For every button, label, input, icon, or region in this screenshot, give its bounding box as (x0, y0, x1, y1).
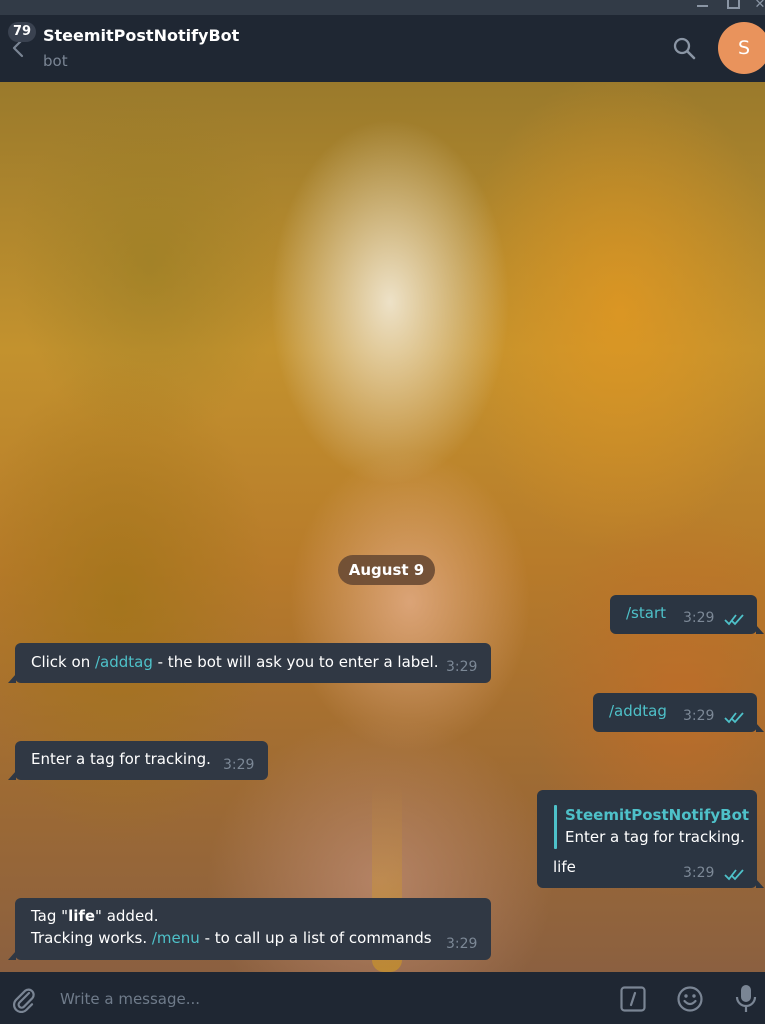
command-link[interactable]: /menu (152, 929, 200, 947)
message-input[interactable] (60, 987, 580, 1011)
message-line-2: Tracking works. /menu - to call up a lis… (31, 929, 432, 947)
message-text[interactable]: /addtag (609, 702, 667, 720)
read-check-icon (724, 869, 744, 881)
message-text-part: " added. (95, 907, 159, 925)
chat-status: bot (43, 52, 68, 70)
chat-title[interactable]: SteemitPostNotifyBot (43, 26, 239, 45)
window-titlebar: ✕ (0, 0, 765, 15)
search-icon[interactable] (672, 36, 698, 62)
message-incoming[interactable]: Tag "life" added. Tracking works. /menu … (8, 898, 491, 960)
message-text: life (553, 858, 576, 876)
paperclip-icon[interactable] (10, 985, 38, 1013)
message-time: 3:29 (223, 757, 255, 773)
message-outgoing[interactable]: SteemitPostNotifyBot Enter a tag for tra… (537, 790, 764, 888)
message-line-1: Tag "life" added. (31, 907, 158, 925)
message-time: 3:29 (446, 936, 478, 952)
reply-author[interactable]: SteemitPostNotifyBot (565, 806, 749, 824)
bot-command-icon[interactable] (619, 985, 647, 1013)
message-time: 3:29 (446, 659, 478, 675)
message-time: 3:29 (683, 708, 715, 724)
message-outgoing[interactable]: /addtag 3:29 (593, 693, 764, 732)
message-time: 3:29 (683, 865, 715, 881)
message-incoming[interactable]: Click on /addtag - the bot will ask you … (8, 643, 491, 683)
emoji-icon[interactable] (676, 985, 704, 1013)
maximize-icon[interactable] (723, 0, 741, 12)
microphone-icon[interactable] (734, 983, 758, 1015)
message-text-part: - the bot will ask you to enter a label. (152, 653, 439, 671)
minimize-icon[interactable] (694, 0, 712, 12)
date-separator: August 9 (338, 555, 435, 585)
command-link[interactable]: /addtag (95, 653, 153, 671)
message-time: 3:29 (683, 610, 715, 626)
message-outgoing[interactable]: /start 3:29 (610, 595, 764, 634)
message-text-part: Tracking works. (31, 929, 152, 947)
message-text[interactable]: /start (626, 604, 666, 622)
reply-text: Enter a tag for tracking. (565, 828, 745, 846)
message-text-part: Tag " (31, 907, 69, 925)
message-text: Enter a tag for tracking. (31, 750, 211, 768)
read-check-icon (724, 712, 744, 724)
avatar[interactable]: S (718, 22, 765, 74)
message-text-part: - to call up a list of commands (199, 929, 432, 947)
chat-header: 79 SteemitPostNotifyBot bot S (0, 15, 765, 82)
chat-history[interactable]: August 9 /start 3:29 Click on /addtag - … (0, 82, 765, 972)
close-icon[interactable]: ✕ (751, 0, 765, 12)
reply-quote-bar (554, 805, 557, 849)
message-text-part: Click on (31, 653, 95, 671)
message-text: Click on /addtag - the bot will ask you … (31, 653, 438, 671)
message-composer (0, 972, 765, 1024)
tag-name: life (68, 907, 96, 925)
unread-count-badge: 79 (8, 22, 36, 42)
read-check-icon (724, 614, 744, 626)
message-incoming[interactable]: Enter a tag for tracking. 3:29 (8, 741, 268, 780)
